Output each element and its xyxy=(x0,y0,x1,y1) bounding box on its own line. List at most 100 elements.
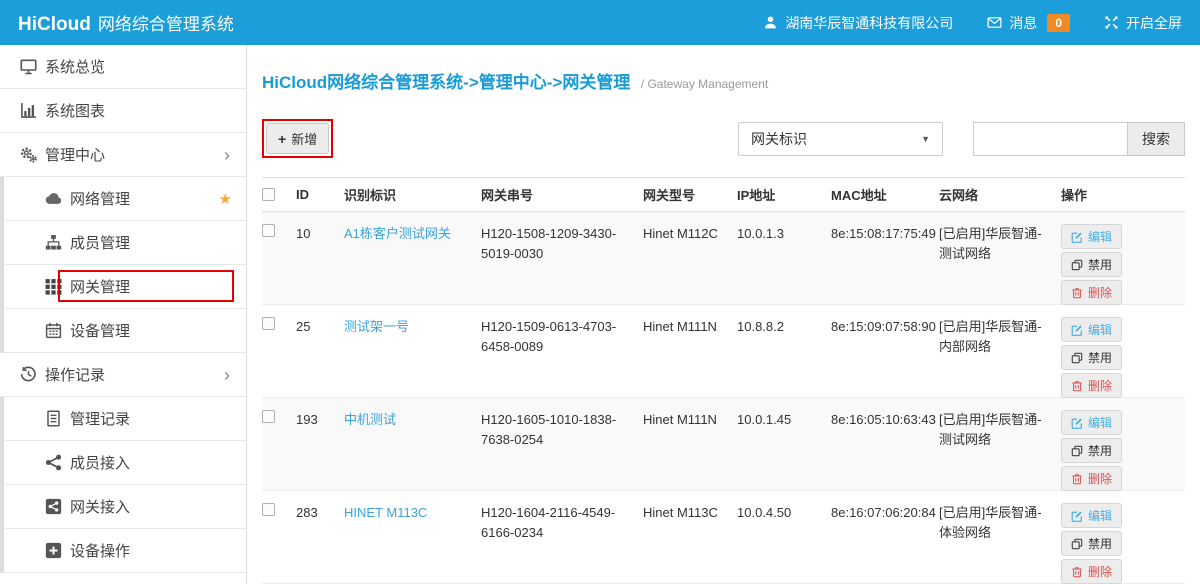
sidebar-item-system-charts[interactable]: 系统图表 xyxy=(0,89,246,133)
sitemap-icon xyxy=(45,234,62,251)
edit-button[interactable]: 编辑 xyxy=(1061,410,1122,435)
clone-icon xyxy=(1071,445,1083,457)
messages-count-badge: 0 xyxy=(1047,14,1070,32)
sidebar-item-member-management[interactable]: 成员管理 xyxy=(0,221,246,265)
account-menu[interactable]: 湖南华辰智通科技有限公司 xyxy=(763,13,953,33)
app-logo: HiCloud 网络综合管理系统 xyxy=(18,10,234,36)
star-icon[interactable]: ★ xyxy=(219,190,232,208)
fullscreen-icon xyxy=(1104,15,1119,30)
cell-id: 283 xyxy=(296,503,344,523)
delete-button[interactable]: 删除 xyxy=(1061,559,1122,584)
sidebar-item-device-operations[interactable]: 设备操作 xyxy=(0,529,246,573)
messages-menu[interactable]: 消息 0 xyxy=(987,13,1070,33)
chevron-right-icon: › xyxy=(224,366,230,384)
clone-icon xyxy=(1071,538,1083,550)
disable-button-label: 禁用 xyxy=(1088,442,1112,459)
annotation-box: + 新增 xyxy=(262,119,333,158)
envelope-icon xyxy=(987,15,1002,30)
gateway-table: ID 识别标识 网关串号 网关型号 IP地址 MAC地址 云网络 操作 10 A… xyxy=(262,177,1185,584)
trash-icon xyxy=(1071,566,1083,578)
sidebar-item-label: 操作记录 xyxy=(45,364,105,385)
delete-button[interactable]: 删除 xyxy=(1061,280,1122,305)
desktop-icon xyxy=(20,58,37,75)
cell-serial: H120-1604-2116-4549-6166-0234 xyxy=(481,503,643,543)
cell-model: Hinet M113C xyxy=(643,503,737,523)
cell-network: [已启用]华辰智通-测试网络 xyxy=(939,224,1061,264)
disable-button[interactable]: 禁用 xyxy=(1061,252,1122,277)
delete-button[interactable]: 删除 xyxy=(1061,466,1122,491)
delete-button-label: 删除 xyxy=(1088,284,1112,301)
page-subtitle: / Gateway Management xyxy=(641,77,768,91)
disable-button-label: 禁用 xyxy=(1088,349,1112,366)
row-checkbox[interactable] xyxy=(262,224,275,237)
edit-button-label: 编辑 xyxy=(1088,228,1112,245)
search-button[interactable]: 搜索 xyxy=(1127,122,1185,156)
disable-button[interactable]: 禁用 xyxy=(1061,345,1122,370)
gateway-name-link[interactable]: HINET M113C xyxy=(344,505,427,520)
disable-button[interactable]: 禁用 xyxy=(1061,438,1122,463)
add-button[interactable]: + 新增 xyxy=(266,123,329,154)
col-header-name: 识别标识 xyxy=(344,185,481,204)
sidebar-item-gateway-management[interactable]: 网关管理 xyxy=(0,265,246,309)
cell-serial: H120-1509-0613-4703-6458-0089 xyxy=(481,317,643,357)
disable-button-label: 禁用 xyxy=(1088,256,1112,273)
row-checkbox[interactable] xyxy=(262,317,275,330)
logo-brand: HiCloud xyxy=(18,14,91,36)
sidebar-item-network-management[interactable]: 网络管理 ★ xyxy=(0,177,246,221)
toolbar: + 新增 网关标识 ▼ 搜索 xyxy=(262,119,1185,158)
edit-button[interactable]: 编辑 xyxy=(1061,224,1122,249)
edit-icon xyxy=(1071,324,1083,336)
delete-button-label: 删除 xyxy=(1088,470,1112,487)
sidebar-item-operation-records[interactable]: 操作记录 › xyxy=(0,353,246,397)
table-row: 25 测试架一号 H120-1509-0613-4703-6458-0089 H… xyxy=(262,305,1185,398)
cell-mac: 8e:15:08:17:75:49 xyxy=(831,224,939,244)
select-all-checkbox[interactable] xyxy=(262,188,275,201)
table-row: 283 HINET M113C H120-1604-2116-4549-6166… xyxy=(262,491,1185,584)
fullscreen-button[interactable]: 开启全屏 xyxy=(1104,13,1182,33)
gateway-name-link[interactable]: A1栋客户测试网关 xyxy=(344,226,451,241)
gateway-name-link[interactable]: 中机测试 xyxy=(344,412,396,427)
calendar-icon xyxy=(45,322,62,339)
plus-icon: + xyxy=(278,132,286,146)
disable-button[interactable]: 禁用 xyxy=(1061,531,1122,556)
cell-model: Hinet M112C xyxy=(643,224,737,244)
cell-id: 25 xyxy=(296,317,344,337)
trash-icon xyxy=(1071,287,1083,299)
trash-icon xyxy=(1071,473,1083,485)
edit-button-label: 编辑 xyxy=(1088,507,1112,524)
cell-id: 10 xyxy=(296,224,344,244)
top-bar: HiCloud 网络综合管理系统 湖南华辰智通科技有限公司 消息 0 开启全屏 xyxy=(0,0,1200,45)
table-header: ID 识别标识 网关串号 网关型号 IP地址 MAC地址 云网络 操作 xyxy=(262,177,1185,212)
sidebar-item-management-center[interactable]: 管理中心 › xyxy=(0,133,246,177)
edit-button[interactable]: 编辑 xyxy=(1061,317,1122,342)
cell-id: 193 xyxy=(296,410,344,430)
cell-mac: 8e:15:09:07:58:90 xyxy=(831,317,939,337)
cell-network: [已启用]华辰智通-测试网络 xyxy=(939,410,1061,450)
company-name: 湖南华辰智通科技有限公司 xyxy=(785,13,953,33)
cell-ip: 10.8.8.2 xyxy=(737,317,831,337)
sidebar-item-label: 系统总览 xyxy=(45,56,105,77)
delete-button[interactable]: 删除 xyxy=(1061,373,1122,398)
sidebar-item-management-records[interactable]: 管理记录 xyxy=(0,397,246,441)
sidebar-item-device-management[interactable]: 设备管理 xyxy=(0,309,246,353)
sidebar-item-member-access[interactable]: 成员接入 xyxy=(0,441,246,485)
sidebar-item-label: 网络管理 xyxy=(70,188,130,209)
plus-square-icon xyxy=(45,542,62,559)
cell-serial: H120-1508-1209-3430-5019-0030 xyxy=(481,224,643,264)
search-input[interactable] xyxy=(973,122,1128,156)
main-content: HiCloud网络综合管理系统->管理中心->网关管理 / Gateway Ma… xyxy=(247,45,1200,584)
cell-serial: H120-1605-1010-1838-7638-0254 xyxy=(481,410,643,450)
gateway-name-link[interactable]: 测试架一号 xyxy=(344,319,409,334)
cell-ip: 10.0.1.3 xyxy=(737,224,831,244)
row-checkbox[interactable] xyxy=(262,410,275,423)
col-header-id: ID xyxy=(296,187,344,202)
col-header-serial: 网关串号 xyxy=(481,185,643,204)
chevron-right-icon: › xyxy=(224,146,230,164)
sidebar-item-gateway-access[interactable]: 网关接入 xyxy=(0,485,246,529)
sidebar-item-system-overview[interactable]: 系统总览 xyxy=(0,45,246,89)
delete-button-label: 删除 xyxy=(1088,377,1112,394)
row-checkbox[interactable] xyxy=(262,503,275,516)
filter-dropdown[interactable]: 网关标识 ▼ xyxy=(738,122,943,156)
edit-button[interactable]: 编辑 xyxy=(1061,503,1122,528)
sidebar-item-label: 成员管理 xyxy=(70,232,130,253)
